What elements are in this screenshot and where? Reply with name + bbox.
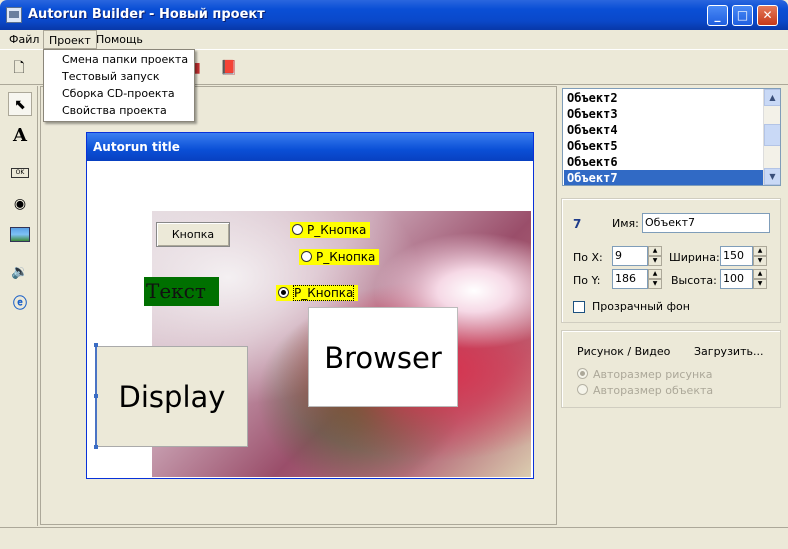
radio-label: Р_Кнопка <box>316 250 376 264</box>
list-item[interactable]: Объект5 <box>564 138 764 154</box>
menu-help[interactable]: Помощь <box>91 30 148 49</box>
resize-handle[interactable] <box>94 394 98 398</box>
menu-item-change-folder[interactable]: Смена папки проекта <box>62 52 188 68</box>
radio-circle-checked <box>278 287 289 298</box>
window-title: Autorun Builder - Новый проект <box>28 7 265 22</box>
canvas-radio-object-3[interactable]: Р_Кнопка <box>276 285 359 301</box>
image-tool-icon[interactable] <box>8 226 32 250</box>
title-bar: Autorun Builder - Новый проект _ □ ✕ <box>0 0 788 30</box>
tool-palette: ⬉ A OK ◉ 🔉 ⓔ <box>0 86 38 526</box>
width-field[interactable]: 150 <box>720 246 753 266</box>
menu-project[interactable]: Проект <box>43 30 97 49</box>
height-label: Высота: <box>671 274 717 287</box>
button-tool-icon[interactable]: OK <box>8 158 32 182</box>
minimize-button[interactable]: _ <box>707 5 728 26</box>
list-item[interactable]: Объект3 <box>564 106 764 122</box>
radio-circle <box>577 384 588 395</box>
radio-label: Р_Кнопка <box>293 285 355 301</box>
app-icon <box>6 7 22 23</box>
menu-item-project-properties[interactable]: Свойства проекта <box>62 103 167 119</box>
maximize-button[interactable]: □ <box>732 5 753 26</box>
name-field[interactable]: Объект7 <box>642 213 770 233</box>
canvas-text-object[interactable]: Текст <box>144 277 219 306</box>
properties-panel: 7 Имя: Объект7 По X: 9 ▲ ▼ Ширина: 150 ▲ ▼… <box>561 198 781 323</box>
list-item[interactable]: Объект4 <box>564 122 764 138</box>
radio-tool-icon[interactable]: ◉ <box>8 192 32 216</box>
menu-file[interactable]: Файл <box>4 30 44 49</box>
y-field[interactable]: 186 <box>612 269 648 289</box>
width-label: Ширина: <box>669 251 720 264</box>
radio-circle-checked <box>577 368 588 379</box>
object-index: 7 <box>573 217 582 231</box>
close-button[interactable]: ✕ <box>757 5 778 26</box>
transparent-label: Прозрачный фон <box>592 300 690 313</box>
menu-item-build-cd[interactable]: Сборка CD-проекта <box>62 86 175 102</box>
x-label: По X: <box>573 251 603 264</box>
height-stepper[interactable]: ▲ ▼ <box>753 269 767 289</box>
media-panel: Рисунок / Видео Загрузить... Авторазмер … <box>561 330 781 408</box>
list-scrollbar[interactable]: ▲ ▼ <box>763 89 780 185</box>
text-tool-icon[interactable]: A <box>8 124 32 148</box>
project-dropdown-menu: Смена папки проекта Тестовый запуск Сбор… <box>43 49 195 122</box>
name-label: Имя: <box>612 217 639 230</box>
x-stepper[interactable]: ▲ ▼ <box>648 246 662 266</box>
list-item-selected[interactable]: Объект7 <box>564 170 764 185</box>
x-field[interactable]: 9 <box>612 246 648 266</box>
sound-tool-icon[interactable]: 🔉 <box>8 260 32 284</box>
new-file-icon[interactable]: 🗋 <box>8 57 30 79</box>
status-bar <box>0 527 788 549</box>
canvas-radio-object-1[interactable]: Р_Кнопка <box>290 222 371 238</box>
y-label: По Y: <box>573 274 601 287</box>
load-button[interactable]: Загрузить... <box>694 345 763 358</box>
transparent-checkbox[interactable] <box>573 301 585 313</box>
scroll-thumb[interactable] <box>764 124 780 146</box>
help-book-icon[interactable]: 📕 <box>218 57 240 79</box>
y-stepper[interactable]: ▲ ▼ <box>648 269 662 289</box>
autosize-image-option[interactable]: Авторазмер рисунка <box>577 368 713 381</box>
media-label: Рисунок / Видео <box>577 345 671 358</box>
option-label: Авторазмер рисунка <box>593 368 713 381</box>
objects-list[interactable]: Объект2 Объект3 Объект4 Объект5 Объект6 … <box>562 88 781 186</box>
browser-tool-icon[interactable]: ⓔ <box>8 292 32 316</box>
radio-circle <box>292 224 303 235</box>
menu-bar: Файл Проект Помощь <box>0 30 788 49</box>
radio-circle <box>301 251 312 262</box>
autorun-window-title: Autorun title <box>93 140 180 154</box>
menu-item-test-run[interactable]: Тестовый запуск <box>62 69 159 85</box>
height-field[interactable]: 100 <box>720 269 753 289</box>
pointer-icon[interactable]: ⬉ <box>8 92 32 116</box>
option-label: Авторазмер объекта <box>593 384 714 397</box>
canvas-button-object[interactable]: Кнопка <box>156 222 230 247</box>
width-stepper[interactable]: ▲ ▼ <box>753 246 767 266</box>
scroll-up-icon[interactable]: ▲ <box>764 89 780 106</box>
autorun-window-titlebar: Autorun title <box>87 133 533 161</box>
autosize-object-option[interactable]: Авторазмер объекта <box>577 384 713 397</box>
scroll-down-icon[interactable]: ▼ <box>764 168 780 185</box>
resize-handle[interactable] <box>94 343 98 347</box>
list-item[interactable]: Объект2 <box>564 90 764 106</box>
canvas-radio-object-2[interactable]: Р_Кнопка <box>299 249 380 265</box>
canvas-browser-object[interactable]: Browser <box>308 307 458 407</box>
resize-handle[interactable] <box>94 445 98 449</box>
radio-label: Р_Кнопка <box>307 223 367 237</box>
list-item[interactable]: Объект6 <box>564 154 764 170</box>
canvas-display-object[interactable]: Display <box>96 346 248 447</box>
